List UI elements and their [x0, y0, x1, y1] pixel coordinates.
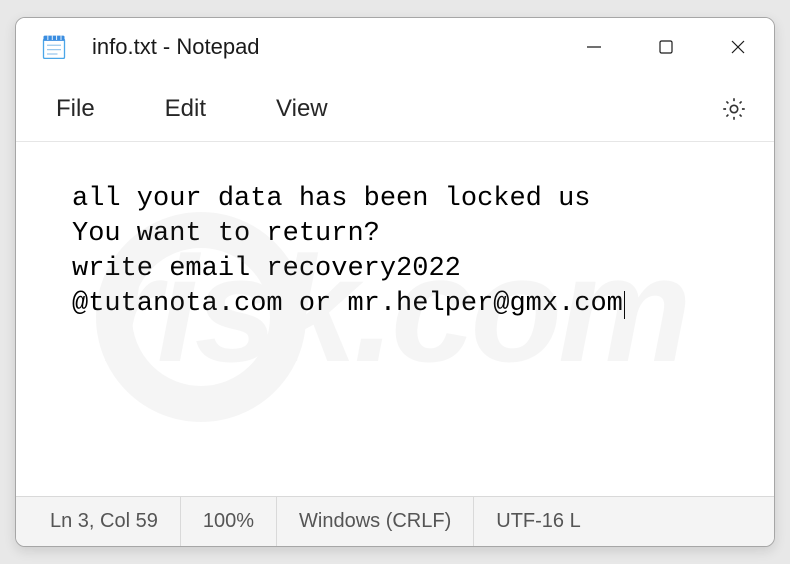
menubar: File Edit View [16, 76, 774, 142]
status-line-ending: Windows (CRLF) [277, 497, 474, 546]
window-controls [558, 18, 774, 76]
titlebar: info.txt - Notepad [16, 18, 774, 76]
menu-file[interactable]: File [56, 95, 95, 123]
status-zoom[interactable]: 100% [181, 497, 277, 546]
document-text: all your data has been locked us You wan… [72, 184, 623, 319]
settings-button[interactable] [712, 87, 756, 131]
notepad-window: info.txt - Notepad File Edit View [15, 17, 775, 547]
notepad-icon [40, 33, 68, 61]
editor-area[interactable]: risk.com all your data has been locked u… [16, 142, 774, 496]
menu-edit[interactable]: Edit [165, 95, 206, 123]
minimize-button[interactable] [558, 18, 630, 76]
editor-text[interactable]: all your data has been locked us You wan… [72, 182, 754, 322]
menu-view[interactable]: View [276, 95, 328, 123]
maximize-button[interactable] [630, 18, 702, 76]
statusbar: Ln 3, Col 59 100% Windows (CRLF) UTF-16 … [16, 496, 774, 546]
window-title: info.txt - Notepad [92, 34, 260, 60]
text-caret [624, 291, 625, 319]
close-button[interactable] [702, 18, 774, 76]
status-encoding: UTF-16 L [474, 497, 774, 546]
status-cursor-position: Ln 3, Col 59 [16, 497, 181, 546]
